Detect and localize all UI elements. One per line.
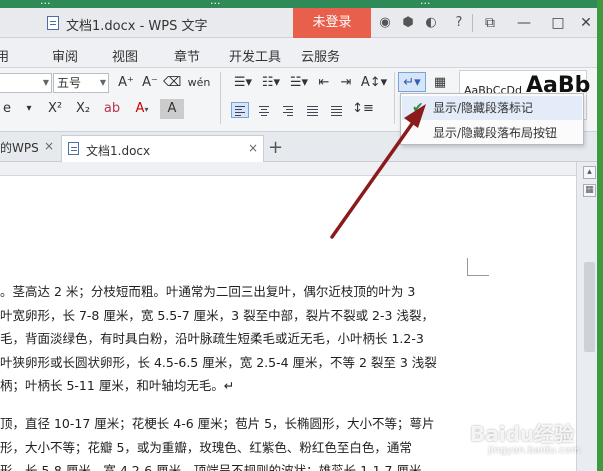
- text-line: 柄；叶柄长 5-11 厘米，和叶轴均无毛。↵: [0, 378, 235, 394]
- tab-title: 文档1.docx: [86, 144, 151, 158]
- menu-item-review[interactable]: 审阅: [52, 46, 78, 65]
- chinese-layout-icon[interactable]: A↕▾: [360, 73, 388, 93]
- desktop-strip-text: ...: [420, 0, 431, 7]
- bullet-list-icon[interactable]: ☰▾: [230, 73, 256, 93]
- subscript-button[interactable]: X₂: [72, 99, 94, 119]
- tab-active-document[interactable]: 文档1.docx ×: [61, 135, 264, 162]
- text-line: 叶宽卵形，长 7-8 厘米，宽 5.5-7 厘米，3 裂至中部，裂片不裂或 2-…: [0, 307, 434, 323]
- minimize-icon[interactable]: —: [516, 15, 532, 31]
- window-title: 文档1.docx - WPS 文字: [66, 19, 208, 34]
- align-left-button[interactable]: [231, 102, 249, 118]
- paragraph-marks-dropdown: ✔ 显示/隐藏段落标记 显示/隐藏段落布局按钮: [400, 93, 584, 145]
- char-shading-icon[interactable]: A: [160, 99, 184, 119]
- menu-item-show-hide-paragraph-marks[interactable]: ✔ 显示/隐藏段落标记: [402, 96, 582, 120]
- close-tab-icon[interactable]: ×: [44, 139, 54, 153]
- phonetic-icon[interactable]: wén: [187, 73, 211, 93]
- text-line: 叶狭卵形或长圆状卵形，长 4.5-6.5 厘米，宽 2.5-4 厘米，不等 2 …: [0, 354, 437, 370]
- scrollbar-thumb[interactable]: [584, 262, 595, 352]
- line-spacing-icon[interactable]: ↕≡: [352, 99, 374, 119]
- login-button[interactable]: 未登录: [293, 8, 371, 38]
- menu-item-label: 显示/隐藏段落布局按钮: [433, 126, 558, 140]
- show-hide-marks-button[interactable]: ↵▾: [398, 72, 426, 92]
- separator: [220, 72, 221, 124]
- watermark-main: Baidu经验: [470, 422, 575, 446]
- numbered-list-icon[interactable]: ☷▾: [258, 73, 284, 93]
- watermark-sub: jingyan.baidu.com: [488, 445, 581, 456]
- separator: [394, 72, 395, 124]
- checkmark-icon: ✔: [412, 100, 424, 116]
- strikethrough-dropdown[interactable]: ▾: [16, 99, 42, 119]
- font-name-select[interactable]: ▼: [0, 73, 52, 93]
- menu-item-insert[interactable]: 用: [0, 46, 9, 65]
- restore-window-icon[interactable]: ⧉: [482, 15, 498, 31]
- menu-item-developer[interactable]: 开发工具: [229, 46, 281, 65]
- strikethrough-icon[interactable]: e: [0, 99, 14, 119]
- align-center-button[interactable]: [255, 102, 273, 118]
- hexagon-icon[interactable]: ⬢: [400, 15, 416, 31]
- clear-format-icon[interactable]: ⌫: [163, 73, 181, 93]
- menu-item-label: 显示/隐藏段落标记: [433, 101, 534, 115]
- text-line: 形，大小不等；花瓣 5，或为重瓣，玫瑰色、红紫色、粉红色至白色，通常: [0, 439, 412, 455]
- menu-item-view[interactable]: 视图: [112, 46, 138, 65]
- chevron-down-icon: ▼: [42, 78, 49, 87]
- document-paragraph[interactable]: 顶，直径 10-17 厘米；花梗长 4-6 厘米；苞片 5，长椭圆形，大小不等；…: [0, 412, 470, 471]
- text-line: 毛，背面淡绿色，有时具白粉，沿叶脉疏生短柔毛或近无毛，小叶柄长 1.2-3: [0, 331, 424, 347]
- tab-previous[interactable]: 的WPS: [0, 139, 39, 156]
- desktop-strip-text: ...: [210, 0, 221, 7]
- baidu-watermark: Baidu经验 jingyan.baidu.com: [470, 418, 580, 456]
- justify-button[interactable]: [303, 102, 321, 118]
- page-corner-mark: [467, 258, 489, 276]
- document-icon: [47, 16, 59, 30]
- chevron-down-icon: ▼: [99, 78, 106, 87]
- desktop-strip: ... ... ...: [0, 0, 603, 8]
- superscript-button[interactable]: X²: [44, 99, 66, 119]
- menu-item-section[interactable]: 章节: [174, 46, 200, 65]
- font-grow-button[interactable]: A⁺: [115, 73, 137, 93]
- help-icon[interactable]: ?: [451, 15, 467, 31]
- skin-icon[interactable]: ◉: [377, 15, 393, 31]
- font-shrink-button[interactable]: A⁻: [139, 73, 161, 93]
- desktop-strip-text: ...: [40, 0, 51, 7]
- maximize-icon[interactable]: □: [550, 15, 566, 31]
- font-color-icon[interactable]: A▾: [128, 99, 156, 119]
- distributed-align-button[interactable]: [327, 102, 345, 118]
- new-tab-button[interactable]: +: [268, 137, 283, 158]
- text-line: 顶，直径 10-17 厘米；花梗长 4-6 厘米；苞片 5，长椭圆形，大小不等；…: [0, 416, 435, 431]
- multilevel-list-icon[interactable]: ☱▾: [286, 73, 312, 93]
- document-icon: [68, 142, 79, 155]
- split-view-icon[interactable]: ▦: [583, 184, 596, 197]
- app-center-icon[interactable]: ◐: [423, 15, 439, 31]
- document-paragraph[interactable]: 。茎高达 2 米；分枝短而粗。叶通常为二回三出复叶，偶尔近枝顶的叶为 3 叶宽卵…: [0, 280, 470, 398]
- title-bar: 文档1.docx - WPS 文字 未登录 ◉ ⬢ ◐ ? ⧉ — □ ✕: [0, 8, 603, 38]
- menu-bar: 用 审阅 视图 章节 开发工具 云服务: [0, 38, 603, 68]
- highlight-icon[interactable]: ab: [100, 99, 124, 119]
- table-icon[interactable]: ▦: [430, 73, 450, 93]
- menu-item-cloud[interactable]: 云服务: [301, 46, 340, 65]
- horizontal-ruler: [0, 162, 576, 176]
- desktop-edge: [597, 0, 603, 471]
- text-line: 形，长 5-8 厘米，宽 4.2-6 厘米，顶端呈不规则的波状；雄蕊长 1-1.…: [0, 463, 422, 471]
- close-tab-icon[interactable]: ×: [248, 141, 258, 155]
- font-size-select[interactable]: 五号 ▼: [53, 73, 109, 93]
- close-icon[interactable]: ✕: [578, 15, 594, 31]
- font-size-value: 五号: [57, 76, 82, 90]
- align-right-button[interactable]: [279, 102, 297, 118]
- increase-indent-icon[interactable]: ⇥: [336, 73, 356, 93]
- scroll-up-icon[interactable]: ▴: [583, 166, 596, 179]
- menu-item-show-hide-layout-button[interactable]: 显示/隐藏段落布局按钮: [402, 121, 582, 145]
- separator: [472, 14, 473, 32]
- text-line: 。茎高达 2 米；分枝短而粗。叶通常为二回三出复叶，偶尔近枝顶的叶为 3: [0, 284, 416, 299]
- decrease-indent-icon[interactable]: ⇤: [314, 73, 334, 93]
